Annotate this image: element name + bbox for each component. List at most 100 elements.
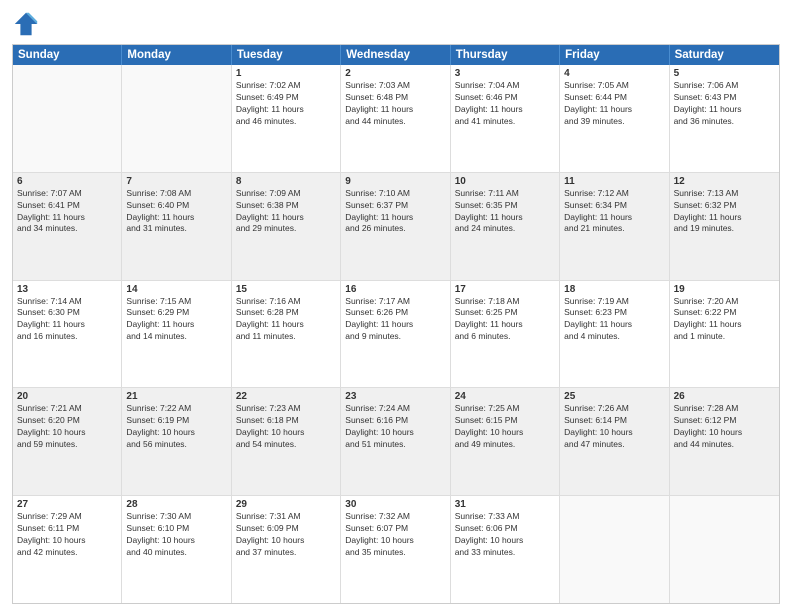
cell-text: Sunrise: 7:12 AM Sunset: 6:34 PM Dayligh… [564,188,664,236]
cell-text: Sunrise: 7:25 AM Sunset: 6:15 PM Dayligh… [455,403,555,451]
cell-text: Sunrise: 7:04 AM Sunset: 6:46 PM Dayligh… [455,80,555,128]
calendar-cell: 10Sunrise: 7:11 AM Sunset: 6:35 PM Dayli… [451,173,560,280]
calendar-cell: 23Sunrise: 7:24 AM Sunset: 6:16 PM Dayli… [341,388,450,495]
day-number: 5 [674,68,775,79]
day-number: 29 [236,499,336,510]
calendar-cell: 24Sunrise: 7:25 AM Sunset: 6:15 PM Dayli… [451,388,560,495]
cell-text: Sunrise: 7:13 AM Sunset: 6:32 PM Dayligh… [674,188,775,236]
day-number: 19 [674,284,775,295]
day-number: 10 [455,176,555,187]
cell-text: Sunrise: 7:22 AM Sunset: 6:19 PM Dayligh… [126,403,226,451]
day-number: 12 [674,176,775,187]
calendar-cell: 12Sunrise: 7:13 AM Sunset: 6:32 PM Dayli… [670,173,779,280]
logo-icon [12,10,40,38]
cell-text: Sunrise: 7:31 AM Sunset: 6:09 PM Dayligh… [236,511,336,559]
day-number: 2 [345,68,445,79]
calendar-cell: 11Sunrise: 7:12 AM Sunset: 6:34 PM Dayli… [560,173,669,280]
cell-text: Sunrise: 7:11 AM Sunset: 6:35 PM Dayligh… [455,188,555,236]
day-number: 24 [455,391,555,402]
calendar-cell: 19Sunrise: 7:20 AM Sunset: 6:22 PM Dayli… [670,281,779,388]
cell-text: Sunrise: 7:07 AM Sunset: 6:41 PM Dayligh… [17,188,117,236]
calendar-cell: 22Sunrise: 7:23 AM Sunset: 6:18 PM Dayli… [232,388,341,495]
day-number: 7 [126,176,226,187]
cell-text: Sunrise: 7:17 AM Sunset: 6:26 PM Dayligh… [345,296,445,344]
calendar-cell: 18Sunrise: 7:19 AM Sunset: 6:23 PM Dayli… [560,281,669,388]
cell-text: Sunrise: 7:32 AM Sunset: 6:07 PM Dayligh… [345,511,445,559]
day-number: 25 [564,391,664,402]
calendar-row: 20Sunrise: 7:21 AM Sunset: 6:20 PM Dayli… [13,387,779,495]
day-number: 1 [236,68,336,79]
day-number: 9 [345,176,445,187]
calendar-cell: 14Sunrise: 7:15 AM Sunset: 6:29 PM Dayli… [122,281,231,388]
weekday-header: Tuesday [232,45,341,65]
calendar: SundayMondayTuesdayWednesdayThursdayFrid… [12,44,780,604]
calendar-cell: 3Sunrise: 7:04 AM Sunset: 6:46 PM Daylig… [451,65,560,172]
cell-text: Sunrise: 7:29 AM Sunset: 6:11 PM Dayligh… [17,511,117,559]
calendar-cell: 8Sunrise: 7:09 AM Sunset: 6:38 PM Daylig… [232,173,341,280]
calendar-cell: 16Sunrise: 7:17 AM Sunset: 6:26 PM Dayli… [341,281,450,388]
calendar-cell: 25Sunrise: 7:26 AM Sunset: 6:14 PM Dayli… [560,388,669,495]
weekday-header: Wednesday [341,45,450,65]
day-number: 8 [236,176,336,187]
cell-text: Sunrise: 7:15 AM Sunset: 6:29 PM Dayligh… [126,296,226,344]
calendar-cell: 29Sunrise: 7:31 AM Sunset: 6:09 PM Dayli… [232,496,341,603]
calendar-row: 1Sunrise: 7:02 AM Sunset: 6:49 PM Daylig… [13,65,779,172]
calendar-cell: 20Sunrise: 7:21 AM Sunset: 6:20 PM Dayli… [13,388,122,495]
day-number: 20 [17,391,117,402]
calendar-cell [560,496,669,603]
calendar-cell [13,65,122,172]
day-number: 28 [126,499,226,510]
calendar-cell: 2Sunrise: 7:03 AM Sunset: 6:48 PM Daylig… [341,65,450,172]
day-number: 11 [564,176,664,187]
cell-text: Sunrise: 7:02 AM Sunset: 6:49 PM Dayligh… [236,80,336,128]
weekday-header: Friday [560,45,669,65]
cell-text: Sunrise: 7:21 AM Sunset: 6:20 PM Dayligh… [17,403,117,451]
calendar-cell: 27Sunrise: 7:29 AM Sunset: 6:11 PM Dayli… [13,496,122,603]
logo [12,10,44,38]
cell-text: Sunrise: 7:20 AM Sunset: 6:22 PM Dayligh… [674,296,775,344]
calendar-row: 27Sunrise: 7:29 AM Sunset: 6:11 PM Dayli… [13,495,779,603]
cell-text: Sunrise: 7:03 AM Sunset: 6:48 PM Dayligh… [345,80,445,128]
weekday-header: Sunday [13,45,122,65]
day-number: 14 [126,284,226,295]
cell-text: Sunrise: 7:09 AM Sunset: 6:38 PM Dayligh… [236,188,336,236]
day-number: 4 [564,68,664,79]
day-number: 31 [455,499,555,510]
cell-text: Sunrise: 7:10 AM Sunset: 6:37 PM Dayligh… [345,188,445,236]
calendar-cell: 21Sunrise: 7:22 AM Sunset: 6:19 PM Dayli… [122,388,231,495]
calendar-header: SundayMondayTuesdayWednesdayThursdayFrid… [13,45,779,65]
cell-text: Sunrise: 7:19 AM Sunset: 6:23 PM Dayligh… [564,296,664,344]
cell-text: Sunrise: 7:33 AM Sunset: 6:06 PM Dayligh… [455,511,555,559]
calendar-cell: 30Sunrise: 7:32 AM Sunset: 6:07 PM Dayli… [341,496,450,603]
calendar-cell: 9Sunrise: 7:10 AM Sunset: 6:37 PM Daylig… [341,173,450,280]
cell-text: Sunrise: 7:14 AM Sunset: 6:30 PM Dayligh… [17,296,117,344]
cell-text: Sunrise: 7:05 AM Sunset: 6:44 PM Dayligh… [564,80,664,128]
day-number: 6 [17,176,117,187]
calendar-cell [670,496,779,603]
cell-text: Sunrise: 7:28 AM Sunset: 6:12 PM Dayligh… [674,403,775,451]
calendar-cell: 31Sunrise: 7:33 AM Sunset: 6:06 PM Dayli… [451,496,560,603]
calendar-cell: 7Sunrise: 7:08 AM Sunset: 6:40 PM Daylig… [122,173,231,280]
header [12,10,780,38]
page: SundayMondayTuesdayWednesdayThursdayFrid… [0,0,792,612]
weekday-header: Saturday [670,45,779,65]
day-number: 27 [17,499,117,510]
day-number: 13 [17,284,117,295]
day-number: 3 [455,68,555,79]
day-number: 15 [236,284,336,295]
calendar-row: 6Sunrise: 7:07 AM Sunset: 6:41 PM Daylig… [13,172,779,280]
calendar-cell: 6Sunrise: 7:07 AM Sunset: 6:41 PM Daylig… [13,173,122,280]
day-number: 23 [345,391,445,402]
cell-text: Sunrise: 7:06 AM Sunset: 6:43 PM Dayligh… [674,80,775,128]
calendar-row: 13Sunrise: 7:14 AM Sunset: 6:30 PM Dayli… [13,280,779,388]
calendar-cell: 1Sunrise: 7:02 AM Sunset: 6:49 PM Daylig… [232,65,341,172]
calendar-cell: 5Sunrise: 7:06 AM Sunset: 6:43 PM Daylig… [670,65,779,172]
cell-text: Sunrise: 7:18 AM Sunset: 6:25 PM Dayligh… [455,296,555,344]
weekday-header: Monday [122,45,231,65]
calendar-cell [122,65,231,172]
day-number: 26 [674,391,775,402]
calendar-body: 1Sunrise: 7:02 AM Sunset: 6:49 PM Daylig… [13,65,779,603]
day-number: 21 [126,391,226,402]
calendar-cell: 17Sunrise: 7:18 AM Sunset: 6:25 PM Dayli… [451,281,560,388]
cell-text: Sunrise: 7:23 AM Sunset: 6:18 PM Dayligh… [236,403,336,451]
